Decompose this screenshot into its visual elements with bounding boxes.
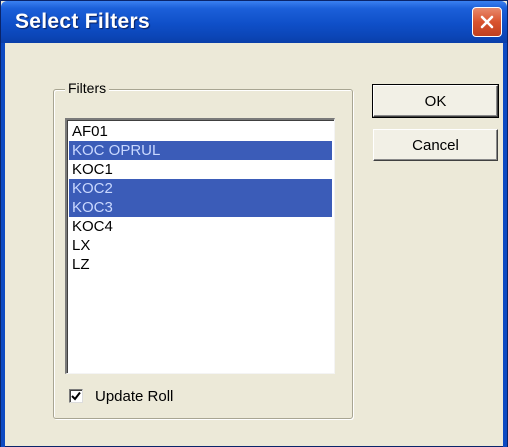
update-roll-option[interactable]: Update Roll (69, 387, 173, 405)
list-item[interactable]: KOC OPRUL (69, 141, 332, 160)
list-item[interactable]: KOC2 (69, 179, 332, 198)
filters-group-label: Filters (65, 80, 110, 96)
list-item[interactable]: KOC4 (69, 217, 332, 236)
list-item[interactable]: KOC3 (69, 198, 332, 217)
window-border-right (503, 43, 507, 447)
update-roll-label: Update Roll (95, 387, 174, 405)
list-item[interactable]: AF01 (69, 122, 332, 141)
dialog-title: Select Filters (15, 10, 150, 33)
close-icon (480, 15, 494, 29)
window-border-left (1, 43, 5, 447)
list-item[interactable]: KOC1 (69, 160, 332, 179)
cancel-button[interactable]: Cancel (373, 129, 498, 161)
list-item[interactable]: LX (69, 236, 332, 255)
list-item[interactable]: LZ (69, 255, 332, 274)
select-filters-dialog: Select Filters Filters AF01 KOC OPRUL KO… (0, 0, 508, 447)
ok-button[interactable]: OK (372, 84, 499, 118)
title-bar[interactable]: Select Filters (1, 1, 507, 43)
filters-listbox[interactable]: AF01 KOC OPRUL KOC1 KOC2 KOC3 KOC4 LX LZ (65, 118, 335, 374)
update-roll-checkbox[interactable] (69, 389, 83, 403)
checkmark-icon (71, 391, 81, 401)
close-button[interactable] (472, 7, 502, 37)
